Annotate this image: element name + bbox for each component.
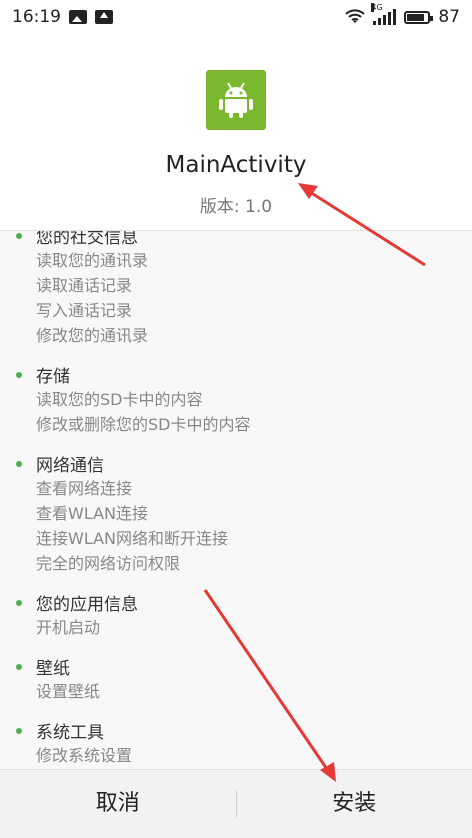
permission-item: 查看网络连接 bbox=[36, 476, 472, 501]
permission-item: 设置壁纸 bbox=[36, 679, 472, 704]
status-bar: 16:19 4G 87 bbox=[0, 0, 472, 34]
permission-item: 读取通话记录 bbox=[36, 273, 472, 298]
permission-group-title: 存储 bbox=[36, 362, 70, 387]
network-type: 4G bbox=[371, 3, 374, 12]
cancel-button[interactable]: 取消 bbox=[0, 770, 236, 838]
permission-group-social: 您的社交信息 读取您的通讯录 读取通话记录 写入通话记录 修改您的通讯录 bbox=[16, 231, 472, 348]
permission-group-system-tools: 系统工具 修改系统设置 bbox=[16, 718, 472, 768]
app-header: MainActivity 版本: 1.0 bbox=[0, 34, 472, 231]
permission-item: 查看WLAN连接 bbox=[36, 501, 472, 526]
bullet-icon bbox=[16, 233, 22, 239]
permission-item: 写入通话记录 bbox=[36, 298, 472, 323]
permission-group-title: 您的应用信息 bbox=[36, 590, 138, 615]
permission-list[interactable]: 您的社交信息 读取您的通讯录 读取通话记录 写入通话记录 修改您的通讯录 存储 … bbox=[0, 231, 472, 769]
permission-item: 完全的网络访问权限 bbox=[36, 551, 472, 576]
permission-group-wallpaper: 壁纸 设置壁纸 bbox=[16, 654, 472, 704]
android-app-icon bbox=[206, 70, 266, 130]
permission-item: 连接WLAN网络和断开连接 bbox=[36, 526, 472, 551]
permission-group-storage: 存储 读取您的SD卡中的内容 修改或删除您的SD卡中的内容 bbox=[16, 362, 472, 437]
permission-item: 修改您的通讯录 bbox=[36, 323, 472, 348]
bullet-icon bbox=[16, 664, 22, 670]
permission-item: 开机启动 bbox=[36, 615, 472, 640]
cellular-signal-icon: 4G bbox=[373, 9, 396, 25]
install-button[interactable]: 安装 bbox=[237, 770, 472, 838]
battery-level: 87 bbox=[438, 7, 460, 27]
permission-group-network: 网络通信 查看网络连接 查看WLAN连接 连接WLAN网络和断开连接 完全的网络… bbox=[16, 451, 472, 576]
app-name: MainActivity bbox=[0, 152, 472, 178]
bottom-action-bar: 取消 安装 bbox=[0, 769, 472, 838]
permission-item: 修改或删除您的SD卡中的内容 bbox=[36, 412, 472, 437]
permission-item: 修改系统设置 bbox=[36, 743, 472, 768]
status-time: 16:19 bbox=[12, 7, 61, 27]
app-version: 版本: 1.0 bbox=[0, 192, 472, 217]
permission-item: 读取您的通讯录 bbox=[36, 248, 472, 273]
wifi-icon bbox=[345, 9, 365, 25]
permission-group-title: 您的社交信息 bbox=[36, 231, 138, 248]
android-robot-icon bbox=[216, 80, 256, 120]
bullet-icon bbox=[16, 372, 22, 378]
permission-group-app-info: 您的应用信息 开机启动 bbox=[16, 590, 472, 640]
bullet-icon bbox=[16, 728, 22, 734]
permission-group-title: 网络通信 bbox=[36, 451, 104, 476]
battery-icon bbox=[404, 11, 430, 24]
permission-group-title: 系统工具 bbox=[36, 718, 104, 743]
battery-fill bbox=[407, 14, 424, 21]
bullet-icon bbox=[16, 600, 22, 606]
permission-group-title: 壁纸 bbox=[36, 654, 70, 679]
upload-notification-icon bbox=[95, 10, 113, 24]
image-notification-icon bbox=[69, 10, 87, 24]
bullet-icon bbox=[16, 461, 22, 467]
permission-item: 读取您的SD卡中的内容 bbox=[36, 387, 472, 412]
